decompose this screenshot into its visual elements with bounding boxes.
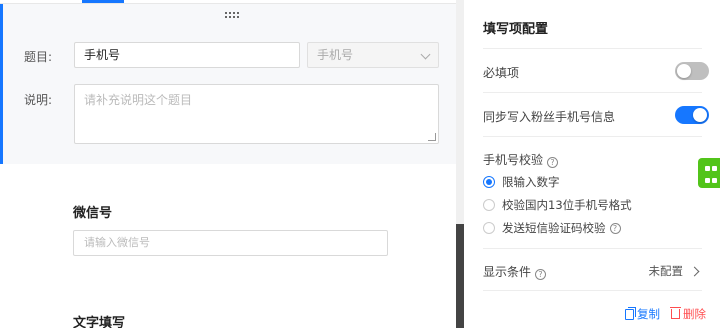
toggle-knob	[693, 108, 707, 122]
description-textarea[interactable]: 请补充说明这个题目	[74, 84, 439, 144]
radio-label: 限输入数字	[502, 175, 560, 189]
resize-grip-icon[interactable]	[428, 133, 436, 141]
question-title-input[interactable]: 手机号	[74, 42, 300, 68]
form-canvas: 题目: 手机号 手机号 说明: 请补充说明这个题目 微信号 请输入微信号 文字填…	[0, 0, 456, 328]
help-icon[interactable]: ?	[609, 222, 621, 234]
required-toggle[interactable]	[675, 62, 709, 80]
copy-icon	[625, 306, 636, 320]
config-panel: 填写项配置 必填项 同步写入粉丝手机号信息 手机号校验? 限输入数字 校验国内1…	[464, 0, 720, 328]
description-label: 说明:	[24, 93, 53, 107]
help-icon[interactable]: ?	[547, 157, 559, 168]
copy-button[interactable]: 复制	[625, 306, 660, 322]
condition-setting[interactable]: 未配置	[648, 263, 700, 279]
toggle-knob	[677, 64, 691, 78]
delete-button[interactable]: 删除	[670, 306, 706, 322]
radio-domestic-format[interactable]: 校验国内13位手机号格式	[483, 197, 632, 213]
trash-icon	[670, 307, 681, 319]
delete-label: 删除	[683, 307, 706, 321]
validation-heading: 手机号校验?	[483, 151, 559, 168]
radio-unchecked-icon	[483, 222, 495, 234]
text-field-title[interactable]: 文字填写	[73, 312, 125, 328]
radio-label: 发送短信验证码校验	[502, 221, 606, 235]
sync-phone-label: 同步写入粉丝手机号信息	[483, 110, 616, 124]
sync-phone-toggle[interactable]	[675, 106, 709, 124]
title-label: 题目:	[24, 50, 53, 64]
radio-digits-only[interactable]: 限输入数字	[483, 174, 560, 190]
radio-label: 校验国内13位手机号格式	[502, 198, 632, 212]
chevron-right-icon	[689, 266, 700, 276]
radio-checked-icon	[483, 176, 495, 188]
condition-heading: 显示条件?	[483, 263, 547, 280]
wechat-field-title[interactable]: 微信号	[73, 202, 112, 221]
validation-label: 手机号校验	[483, 153, 544, 167]
required-label: 必填项	[483, 66, 520, 80]
divider	[483, 48, 702, 49]
form-editor-screen: 题目: 手机号 手机号 说明: 请补充说明这个题目 微信号 请输入微信号 文字填…	[0, 0, 720, 328]
description-placeholder: 请补充说明这个题目	[84, 93, 193, 107]
scrollbar-thumb[interactable]	[456, 224, 464, 328]
radio-sms-code[interactable]: 发送短信验证码校验 ?	[483, 220, 621, 236]
chevron-down-icon	[420, 49, 431, 60]
field-type-value: 手机号	[317, 48, 354, 62]
divider	[483, 290, 702, 291]
panel-title: 填写项配置	[483, 22, 549, 37]
divider	[483, 136, 702, 137]
copy-label: 复制	[637, 307, 660, 321]
field-type-select[interactable]: 手机号	[307, 42, 439, 68]
condition-label: 显示条件	[483, 265, 532, 279]
drag-handle-icon[interactable]	[225, 10, 239, 20]
apps-grid-icon[interactable]	[698, 158, 720, 188]
divider	[483, 248, 702, 249]
canvas-scrollbar[interactable]	[456, 0, 464, 328]
condition-value: 未配置	[648, 264, 684, 278]
wechat-input[interactable]: 请输入微信号	[73, 230, 388, 256]
divider	[483, 92, 702, 93]
radio-unchecked-icon	[483, 199, 495, 211]
help-icon[interactable]: ?	[535, 269, 547, 280]
